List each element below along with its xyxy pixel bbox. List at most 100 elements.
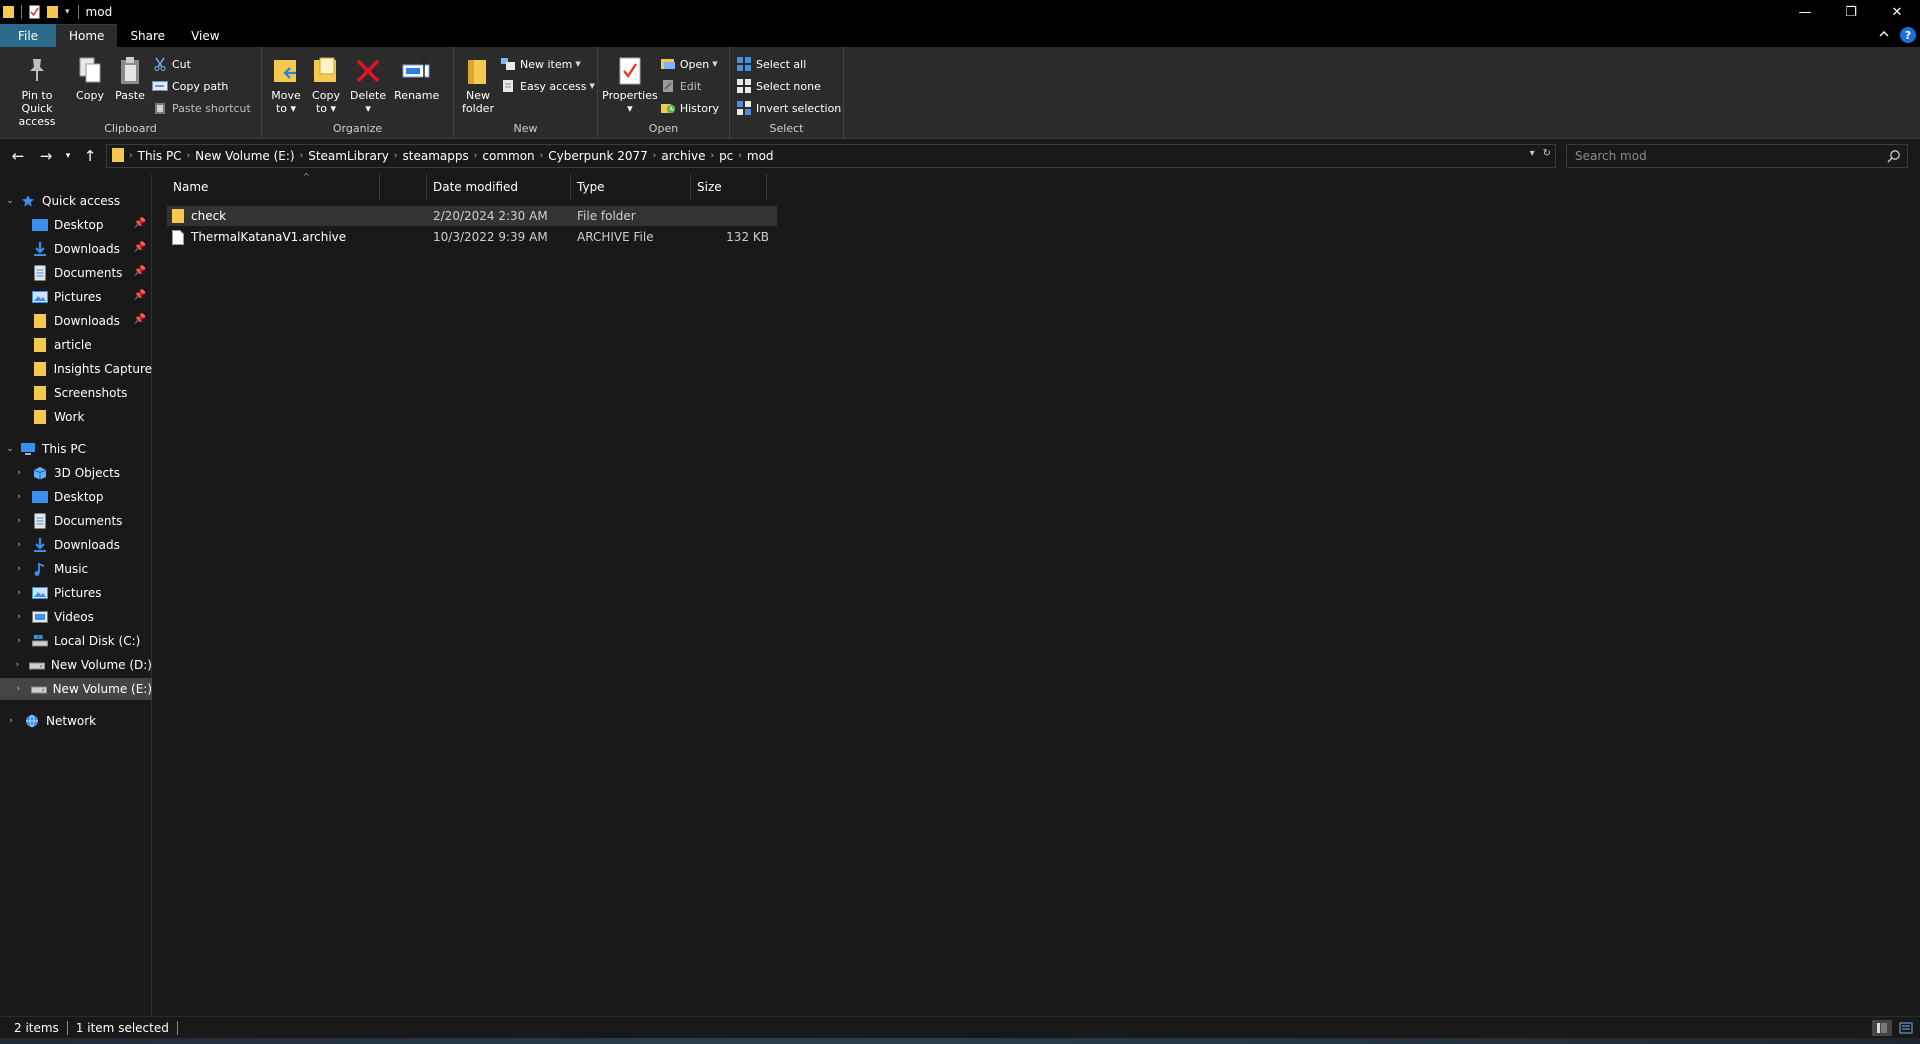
forward-arrow-icon[interactable]: → (32, 142, 60, 170)
copy-path-button[interactable]: Copy path (152, 77, 251, 95)
nav-pc-pictures[interactable]: › Pictures (0, 582, 152, 604)
nav-quick-work[interactable]: Work (0, 406, 152, 428)
collapsed-chevron-icon[interactable]: › (12, 684, 25, 694)
search-input[interactable] (1575, 149, 1875, 163)
expanded-chevron-icon[interactable]: ⌄ (0, 444, 20, 454)
nav-quick-insights-capture[interactable]: Insights Capture (0, 358, 152, 380)
recent-locations-chevron-icon[interactable]: ▾ (60, 142, 76, 170)
breadcrumb-new-volume-e[interactable]: New Volume (E:) (190, 149, 299, 163)
collapsed-chevron-icon[interactable]: › (4, 716, 18, 726)
back-arrow-icon[interactable]: ← (4, 142, 32, 170)
edit-button[interactable]: Edit (660, 77, 719, 95)
new-folder-qa-icon[interactable] (47, 5, 59, 19)
nav-item-label: New Volume (D:) (50, 658, 152, 672)
pin-icon (21, 55, 53, 87)
nav-pc-new-volume-d[interactable]: › New Volume (D:) (0, 654, 152, 676)
nav-network[interactable]: › Network (0, 710, 152, 732)
large-icons-view-icon[interactable] (1896, 1020, 1916, 1036)
breadcrumb-archive[interactable]: archive (656, 149, 710, 163)
refresh-icon[interactable]: ↻ (1543, 148, 1551, 159)
collapsed-chevron-icon[interactable]: › (12, 660, 23, 670)
nav-quick-screenshots[interactable]: Screenshots (0, 382, 152, 404)
collapsed-chevron-icon[interactable]: › (12, 612, 26, 622)
collapse-ribbon-icon[interactable] (1878, 28, 1890, 43)
nav-pc-downloads[interactable]: › Downloads (0, 534, 152, 556)
collapsed-chevron-icon[interactable]: › (12, 492, 26, 502)
address-history-chevron-icon[interactable]: ▾ (1530, 148, 1535, 159)
nav-item-label: Documents (54, 266, 123, 280)
tab-view[interactable]: View (178, 24, 232, 47)
breadcrumb-steamapps[interactable]: steamapps (398, 149, 474, 163)
nav-this-pc[interactable]: ⌄ This PC (0, 438, 152, 460)
network-icon (24, 713, 40, 729)
history-button[interactable]: History (660, 99, 719, 117)
search-icon[interactable] (1887, 149, 1901, 166)
breadcrumb-cyberpunk-2077[interactable]: Cyberpunk 2077 (543, 149, 653, 163)
nav-quick-documents[interactable]: Documents 📌 (0, 262, 152, 284)
status-separator (176, 1020, 178, 1035)
details-view-icon[interactable] (1872, 1020, 1892, 1036)
toolbar-separator (77, 5, 79, 19)
nav-quick-downloads[interactable]: Downloads 📌 (0, 238, 152, 260)
file-row-thermalkatana[interactable]: ThermalKatanaV1.archive 10/3/2022 9:39 A… (167, 227, 777, 247)
cut-button[interactable]: Cut (152, 55, 251, 73)
collapsed-chevron-icon[interactable]: › (12, 636, 26, 646)
open-group-label: Open (648, 122, 679, 135)
copy-label: Copy (76, 89, 104, 102)
search-box[interactable] (1566, 144, 1908, 168)
breadcrumb-common[interactable]: common (477, 149, 539, 163)
column-header-name[interactable]: Name ^ (167, 172, 380, 200)
select-all-button[interactable]: Select all (736, 55, 841, 73)
nav-quick-access[interactable]: ⌄ Quick access (0, 190, 152, 212)
column-header-size[interactable]: Size (691, 174, 767, 200)
breadcrumb-steamlibrary[interactable]: SteamLibrary (303, 149, 394, 163)
breadcrumb-this-pc[interactable]: This PC (133, 149, 187, 163)
collapsed-chevron-icon[interactable]: › (12, 564, 26, 574)
tab-home[interactable]: Home (56, 24, 118, 47)
minimize-button[interactable]: — (1782, 0, 1828, 24)
file-row-check[interactable]: check 2/20/2024 2:30 AM File folder (167, 206, 777, 226)
collapsed-chevron-icon[interactable]: › (12, 540, 26, 550)
nav-quick-downloads-folder[interactable]: Downloads 📌 (0, 310, 152, 332)
column-header-date[interactable]: Date modified (427, 174, 571, 200)
nav-pc-new-volume-e[interactable]: › New Volume (E:) (0, 678, 152, 700)
pin-icon: 📌 (133, 266, 146, 277)
restore-button[interactable]: ❐ (1828, 0, 1874, 24)
tab-file[interactable]: File (0, 24, 56, 47)
copy-icon (74, 55, 106, 87)
breadcrumb-mod[interactable]: mod (742, 149, 779, 163)
easy-access-label: Easy access (520, 79, 587, 93)
collapsed-chevron-icon[interactable]: › (12, 588, 26, 598)
collapsed-chevron-icon[interactable]: › (12, 516, 26, 526)
music-note-icon (32, 561, 48, 577)
help-icon[interactable]: ? (1900, 27, 1916, 43)
open-button[interactable]: Open ▼ (660, 55, 719, 73)
collapsed-chevron-icon[interactable]: › (12, 468, 26, 478)
select-none-button[interactable]: Select none (736, 77, 841, 95)
column-header-type[interactable]: Type (571, 174, 691, 200)
expanded-chevron-icon[interactable]: ⌄ (0, 196, 20, 206)
nav-pc-3d-objects[interactable]: › 3D Objects (0, 462, 152, 484)
move-to-label: Move to ▾ (271, 89, 301, 115)
nav-pc-videos[interactable]: › Videos (0, 606, 152, 628)
up-arrow-icon[interactable]: ↑ (76, 142, 104, 170)
nav-quick-desktop[interactable]: Desktop 📌 (0, 214, 152, 236)
properties-qa-icon[interactable] (29, 5, 41, 19)
tab-share[interactable]: Share (117, 24, 178, 47)
new-item-button[interactable]: New item ▼ (500, 55, 595, 73)
nav-pc-documents[interactable]: › Documents (0, 510, 152, 532)
properties-label: Properties ▾ (602, 89, 658, 115)
breadcrumb-pc[interactable]: pc (714, 149, 738, 163)
nav-quick-pictures[interactable]: Pictures 📌 (0, 286, 152, 308)
download-arrow-icon (32, 241, 48, 257)
paste-shortcut-button[interactable]: Paste shortcut (152, 99, 251, 117)
nav-pc-desktop[interactable]: › Desktop (0, 486, 152, 508)
address-bar[interactable]: › This PC › New Volume (E:) › SteamLibra… (106, 144, 1556, 168)
nav-pc-music[interactable]: › Music (0, 558, 152, 580)
customize-qa-dropdown-icon[interactable]: ▾ (65, 7, 70, 17)
nav-quick-article[interactable]: article (0, 334, 152, 356)
nav-pc-local-disk-c[interactable]: › Local Disk (C:) (0, 630, 152, 652)
close-button[interactable]: ✕ (1874, 0, 1920, 24)
invert-selection-button[interactable]: Invert selection (736, 99, 841, 117)
easy-access-button[interactable]: Easy access ▼ (500, 77, 595, 95)
